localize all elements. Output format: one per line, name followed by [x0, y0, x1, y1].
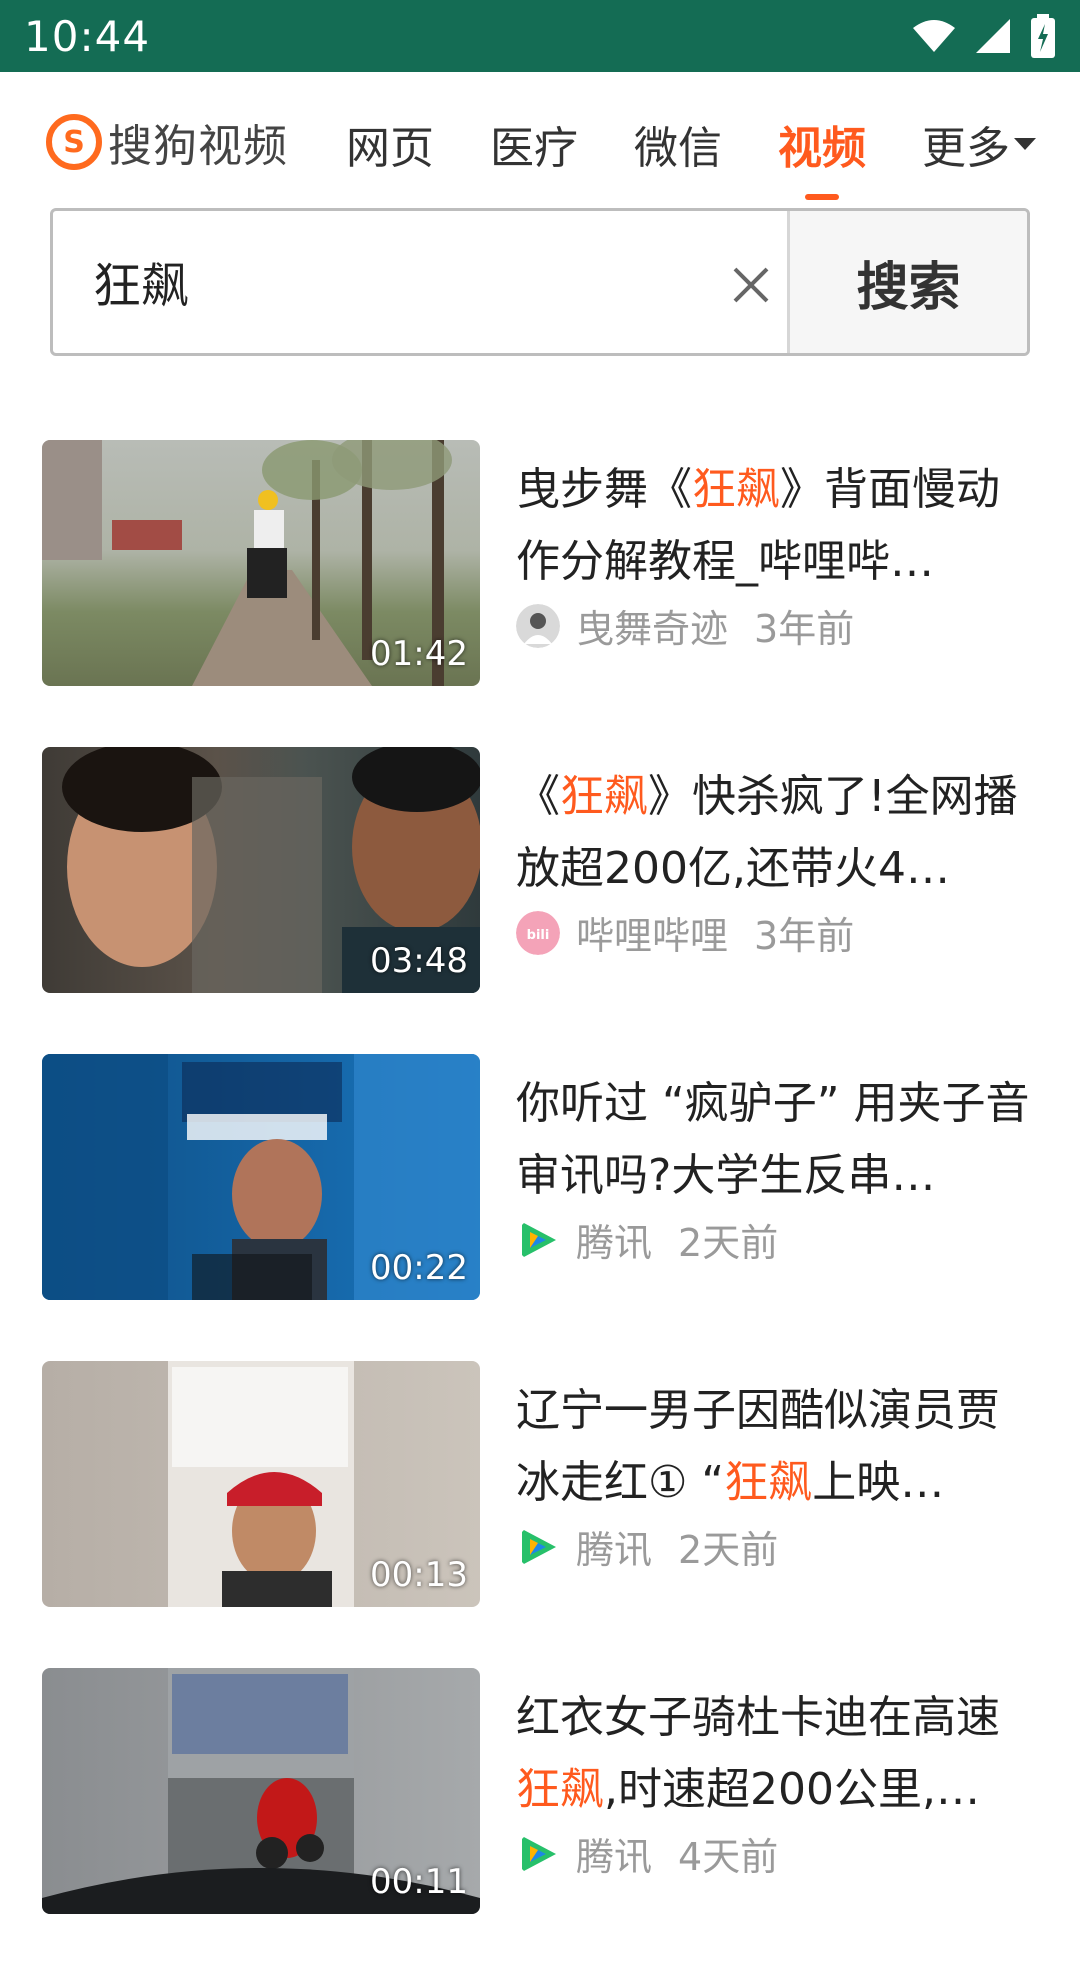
video-thumbnail[interactable]: 00:22: [42, 1054, 480, 1300]
result-time: 3年前: [754, 607, 855, 651]
status-icons: [912, 14, 1056, 58]
svg-text:bili: bili: [527, 928, 550, 943]
result-meta: 腾讯 2天前: [516, 1519, 1036, 1574]
video-thumbnail[interactable]: 00:11: [42, 1668, 480, 1914]
result-info: 《狂飙》快杀疯了!全网播放超200亿,还带火4… bili 哔哩哔哩 3年前: [516, 761, 1036, 960]
video-duration: 03:48: [370, 941, 468, 981]
result-source: 腾讯: [576, 1528, 653, 1572]
tab-medical[interactable]: 医疗: [490, 112, 578, 176]
result-time: 4天前: [678, 1835, 779, 1879]
logo-text: 搜狗视频: [108, 121, 288, 172]
video-thumbnail[interactable]: 00:13: [42, 1361, 480, 1607]
search-button[interactable]: 搜索: [787, 211, 1027, 353]
results-list: 01:42 曳步舞《狂飙》背面慢动作分解教程_哔哩哔… 曳舞奇迹 3年前 03:…: [0, 440, 1080, 1975]
result-time: 2天前: [678, 1528, 779, 1572]
search-input[interactable]: [91, 249, 651, 313]
result-title[interactable]: 红衣女子骑杜卡迪在高速狂飙,时速超200公里,…: [516, 1682, 1036, 1826]
video-thumbnail[interactable]: 03:48: [42, 747, 480, 993]
sogou-video-logo[interactable]: S 搜狗视频: [46, 110, 288, 174]
title-highlight: 狂飙: [692, 464, 780, 515]
title-text: 曳步舞《: [516, 464, 692, 515]
result-meta: bili 哔哩哔哩 3年前: [516, 905, 1036, 960]
status-bar: 10:44: [0, 0, 1080, 72]
result-source: 腾讯: [576, 1835, 653, 1879]
nav-tabs: 网页 医疗 微信 视频 更多: [346, 112, 1080, 176]
title-text: ,时速超200公里,…: [604, 1764, 980, 1815]
svg-text:S: S: [63, 125, 85, 160]
battery-icon: [1031, 14, 1055, 58]
result-meta: 曳舞奇迹 3年前: [516, 598, 1036, 653]
result-source: 腾讯: [576, 1221, 653, 1265]
title-highlight: 狂飙: [560, 771, 648, 822]
title-highlight: 狂飙: [724, 1457, 813, 1508]
result-title[interactable]: 曳步舞《狂飙》背面慢动作分解教程_哔哩哔…: [516, 454, 1036, 598]
result-meta: 腾讯 4天前: [516, 1826, 1036, 1881]
video-result[interactable]: 00:13 辽宁一男子因酷似演员贾冰走红① “狂飙上映… 腾讯 2天前: [0, 1361, 1080, 1607]
video-duration: 00:11: [370, 1862, 468, 1902]
tab-web[interactable]: 网页: [346, 112, 434, 176]
header: S 搜狗视频 网页 医疗 微信 视频 更多: [0, 72, 1080, 202]
result-info: 你听过 “疯驴子” 用夹子音审讯吗?大学生反串… 腾讯 2天前: [516, 1068, 1036, 1267]
result-info: 曳步舞《狂飙》背面慢动作分解教程_哔哩哔… 曳舞奇迹 3年前: [516, 454, 1036, 653]
video-duration: 01:42: [370, 634, 468, 674]
video-result[interactable]: 00:22 你听过 “疯驴子” 用夹子音审讯吗?大学生反串… 腾讯 2天前: [0, 1054, 1080, 1300]
result-time: 2天前: [678, 1221, 779, 1265]
title-text: 《: [516, 771, 560, 822]
result-info: 红衣女子骑杜卡迪在高速狂飙,时速超200公里,… 腾讯 4天前: [516, 1682, 1036, 1881]
search-input-wrap: [53, 211, 787, 353]
caret-down-icon: [1014, 138, 1036, 150]
title-highlight: 狂飙: [516, 1764, 604, 1815]
result-source: 哔哩哔哩: [576, 914, 729, 958]
search-box: 搜索: [50, 208, 1030, 356]
result-title[interactable]: 你听过 “疯驴子” 用夹子音审讯吗?大学生反串…: [516, 1068, 1036, 1212]
clear-icon[interactable]: [725, 259, 777, 311]
status-time: 10:44: [24, 11, 151, 61]
tencent-video-icon: [522, 1221, 556, 1258]
title-text: 上映…: [812, 1457, 945, 1508]
video-result[interactable]: 01:42 曳步舞《狂飙》背面慢动作分解教程_哔哩哔… 曳舞奇迹 3年前: [0, 440, 1080, 686]
tab-more[interactable]: 更多: [922, 112, 1036, 176]
wifi-icon: [913, 20, 955, 52]
title-text: 你听过 “疯驴子” 用夹子音审讯吗?大学生反串…: [516, 1078, 1030, 1201]
video-result[interactable]: 03:48 《狂飙》快杀疯了!全网播放超200亿,还带火4… bili 哔哩哔哩…: [0, 747, 1080, 993]
result-meta: 腾讯 2天前: [516, 1212, 1036, 1267]
signal-icon: [976, 19, 1010, 53]
result-title[interactable]: 《狂飙》快杀疯了!全网播放超200亿,还带火4…: [516, 761, 1036, 905]
bilibili-icon: bili: [516, 910, 560, 955]
avatar-icon: [516, 603, 560, 648]
tencent-video-icon: [522, 1835, 556, 1872]
sogou-logo-icon: S: [46, 114, 102, 170]
result-title[interactable]: 辽宁一男子因酷似演员贾冰走红① “狂飙上映…: [516, 1375, 1036, 1519]
result-time: 3年前: [754, 914, 855, 958]
tab-more-label: 更多: [922, 123, 1010, 174]
video-result[interactable]: 00:11 红衣女子骑杜卡迪在高速狂飙,时速超200公里,… 腾讯 4天前: [0, 1668, 1080, 1914]
tencent-video-icon: [522, 1528, 556, 1565]
tab-wechat[interactable]: 微信: [634, 112, 722, 176]
video-duration: 00:22: [370, 1248, 468, 1288]
result-source: 曳舞奇迹: [576, 607, 729, 651]
result-info: 辽宁一男子因酷似演员贾冰走红① “狂飙上映… 腾讯 2天前: [516, 1375, 1036, 1574]
tab-video[interactable]: 视频: [778, 112, 866, 176]
video-duration: 00:13: [370, 1555, 468, 1595]
video-thumbnail[interactable]: 01:42: [42, 440, 480, 686]
title-text: 红衣女子骑杜卡迪在高速: [516, 1692, 1000, 1743]
